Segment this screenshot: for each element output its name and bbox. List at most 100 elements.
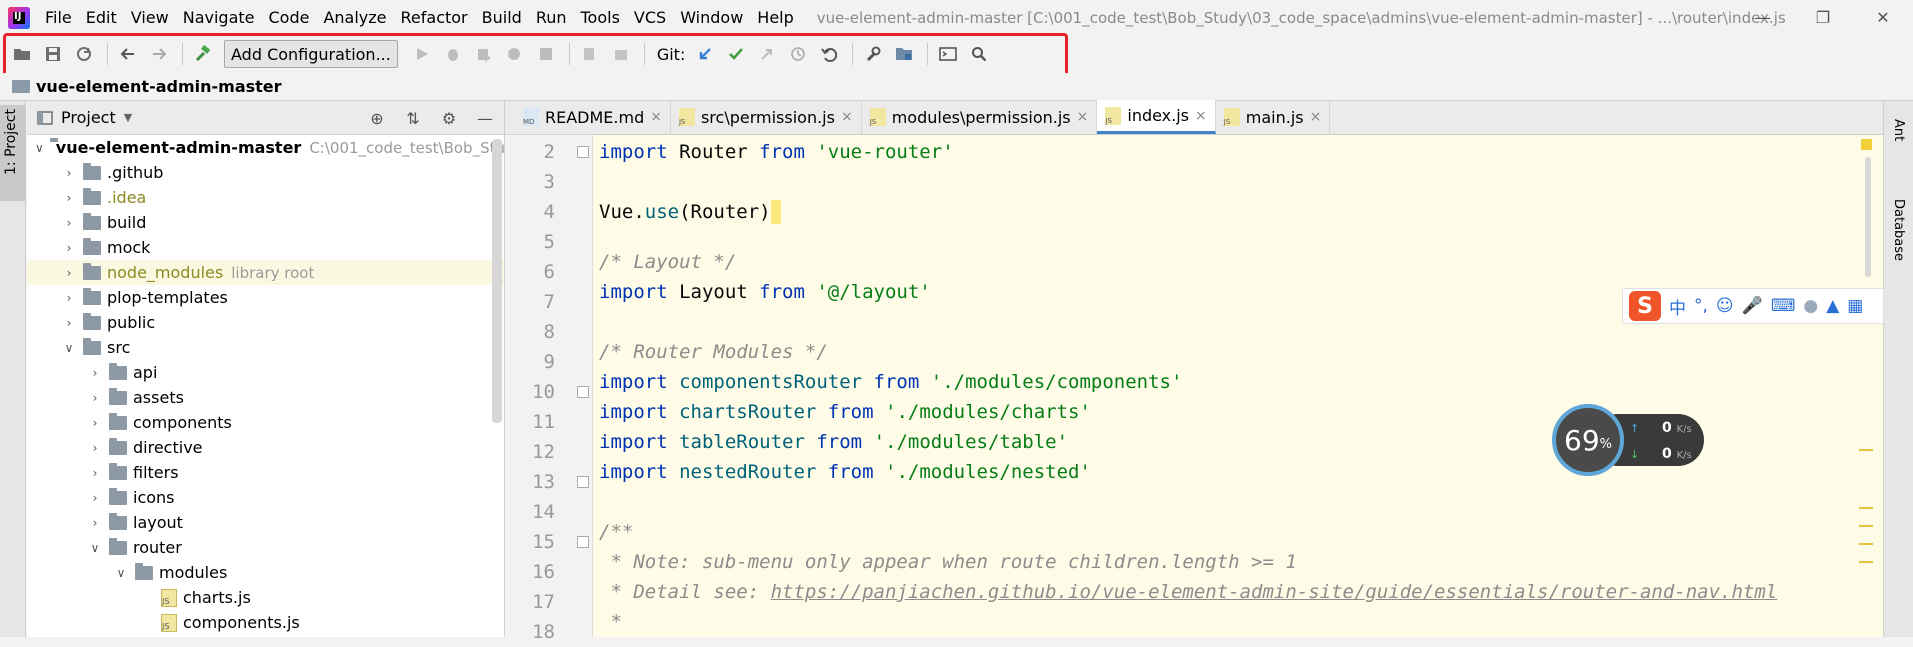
code-editor[interactable]: import Router from 'vue-router' Vue. use(… <box>593 135 1858 637</box>
chevron-right-icon[interactable]: › <box>61 165 77 181</box>
chevron-right-icon[interactable]: › <box>87 415 103 431</box>
menu-window[interactable]: Window <box>673 8 750 27</box>
tree-folder-item[interactable]: › layout <box>27 510 504 535</box>
chevron-down-icon[interactable]: ∨ <box>61 340 77 356</box>
tree-folder-item[interactable]: ∨ vue-element-admin-master C:\001_code_tes… <box>27 135 523 160</box>
chevron-down-icon[interactable]: ∨ <box>35 140 44 156</box>
menu-run[interactable]: Run <box>529 8 574 27</box>
chevron-down-icon[interactable]: ∨ <box>87 540 103 556</box>
tree-folder-item[interactable]: › icons <box>27 485 504 510</box>
close-window-icon[interactable]: ✕ <box>1853 0 1913 35</box>
keyboard-icon[interactable]: ⌨ <box>1771 296 1796 316</box>
docs-link[interactable]: https://panjiachen.github.io/vue-element… <box>771 581 1778 603</box>
restore-icon[interactable]: ❐ <box>1793 0 1853 35</box>
network-monitor-widget[interactable]: 69% ↑ ↓ 0 K/s 0 K/s <box>1552 404 1704 476</box>
menu-file[interactable]: File <box>38 8 79 27</box>
chevron-down-icon[interactable]: ▼ <box>124 111 132 124</box>
memory-usage-gauge: 69% <box>1552 404 1624 476</box>
microphone-icon[interactable]: 🎤 <box>1742 296 1763 316</box>
inspection-status-icon[interactable] <box>1861 139 1872 150</box>
close-tab-icon[interactable]: × <box>1195 108 1207 124</box>
fold-toggle-icon[interactable] <box>577 536 589 548</box>
editor-tab[interactable]: JS index.js × <box>1097 100 1216 134</box>
editor-scroll-thumb[interactable] <box>1865 157 1871 277</box>
chevron-right-icon[interactable]: › <box>61 190 77 206</box>
tree-folder-item[interactable]: ∨ src <box>27 335 504 360</box>
tree-folder-item[interactable]: ∨ modules <box>27 560 504 585</box>
editor-tab[interactable]: JS src\permission.js × <box>671 100 862 134</box>
fold-toggle-icon[interactable] <box>577 146 589 158</box>
tree-folder-item[interactable]: › .idea <box>27 185 504 210</box>
tree-folder-item[interactable]: › public <box>27 310 504 335</box>
chevron-right-icon[interactable]: › <box>87 440 103 456</box>
tree-folder-item[interactable]: › node_modules library root <box>27 260 504 285</box>
chevron-right-icon[interactable]: › <box>61 240 77 256</box>
menu-build[interactable]: Build <box>475 8 529 27</box>
user-icon[interactable]: ● <box>1803 296 1818 316</box>
tree-folder-item[interactable]: › assets <box>27 385 504 410</box>
chevron-right-icon[interactable]: › <box>61 215 77 231</box>
chevron-right-icon[interactable]: › <box>87 515 103 531</box>
chevron-right-icon[interactable]: › <box>61 290 77 306</box>
collapse-all-icon[interactable]: ⇅ <box>402 107 424 129</box>
project-view-selector[interactable]: Project <box>61 108 116 127</box>
menu-help[interactable]: Help <box>750 8 800 27</box>
close-tab-icon[interactable]: × <box>650 109 662 125</box>
editor-tab[interactable]: JS modules\permission.js × <box>862 100 1098 134</box>
menu-refactor[interactable]: Refactor <box>394 8 475 27</box>
emoji-icon[interactable]: ☺ <box>1716 296 1734 316</box>
locate-target-icon[interactable]: ⊕ <box>366 107 388 129</box>
close-tab-icon[interactable]: × <box>1310 109 1322 125</box>
editor-tab[interactable]: MD README.md × <box>515 100 671 134</box>
chevron-right-icon[interactable]: › <box>87 490 103 506</box>
tree-folder-item[interactable]: › .github <box>27 160 504 185</box>
fold-toggle-icon[interactable] <box>577 476 589 488</box>
sogou-logo-icon[interactable]: S <box>1629 291 1661 321</box>
warning-marker[interactable] <box>1859 449 1873 451</box>
chevron-right-icon[interactable]: › <box>87 465 103 481</box>
fold-toggle-icon[interactable] <box>577 386 589 398</box>
skin-shirt-icon[interactable]: ▲ <box>1826 296 1839 316</box>
menu-navigate[interactable]: Navigate <box>176 8 262 27</box>
project-scrollbar[interactable] <box>492 139 502 423</box>
tree-folder-item[interactable]: › plop-templates <box>27 285 504 310</box>
menu-view[interactable]: View <box>124 8 176 27</box>
menu-analyze[interactable]: Analyze <box>316 8 393 27</box>
tree-file-item[interactable]: JS charts.js <box>27 585 504 610</box>
chevron-right-icon[interactable]: › <box>87 390 103 406</box>
grid-menu-icon[interactable]: ▦ <box>1847 296 1863 316</box>
chevron-right-icon[interactable]: › <box>61 265 77 281</box>
hide-panel-icon[interactable]: — <box>474 107 496 129</box>
menu-code[interactable]: Code <box>262 8 317 27</box>
tree-folder-item[interactable]: › filters <box>27 460 504 485</box>
editor-tab[interactable]: JS main.js × <box>1216 100 1331 134</box>
chevron-down-icon[interactable]: ∨ <box>113 565 129 581</box>
ime-punctuation-toggle[interactable]: °, <box>1694 296 1708 316</box>
menu-edit[interactable]: Edit <box>79 8 124 27</box>
chevron-right-icon[interactable]: › <box>87 365 103 381</box>
close-tab-icon[interactable]: × <box>1077 109 1089 125</box>
minimize-icon[interactable]: — <box>1733 0 1793 35</box>
menu-tools[interactable]: Tools <box>574 8 627 27</box>
tree-folder-item[interactable]: › components <box>27 410 504 435</box>
warning-marker[interactable] <box>1859 543 1873 545</box>
tree-folder-item[interactable]: › mock <box>27 235 504 260</box>
ant-tool-tab[interactable]: Ant <box>1891 119 1906 141</box>
warning-marker[interactable] <box>1859 525 1873 527</box>
gear-icon[interactable]: ⚙ <box>438 107 460 129</box>
breadcrumb-project[interactable]: vue-element-admin-master <box>36 77 282 96</box>
warning-marker[interactable] <box>1859 507 1873 509</box>
menu-vcs[interactable]: VCS <box>627 8 673 27</box>
project-tool-tab[interactable]: 1: Project <box>0 105 26 201</box>
tree-folder-item[interactable]: ∨ router <box>27 535 504 560</box>
tree-folder-item[interactable]: › build <box>27 210 504 235</box>
warning-marker[interactable] <box>1859 561 1873 563</box>
error-stripe[interactable] <box>1853 135 1883 637</box>
tree-folder-item[interactable]: › directive <box>27 435 504 460</box>
close-tab-icon[interactable]: × <box>841 109 853 125</box>
database-tool-tab[interactable]: Database <box>1891 199 1906 261</box>
tree-file-item[interactable]: JS components.js <box>27 610 504 635</box>
tree-folder-item[interactable]: › api <box>27 360 504 385</box>
chevron-right-icon[interactable]: › <box>61 315 77 331</box>
ime-language-toggle[interactable]: 中 <box>1669 294 1686 319</box>
